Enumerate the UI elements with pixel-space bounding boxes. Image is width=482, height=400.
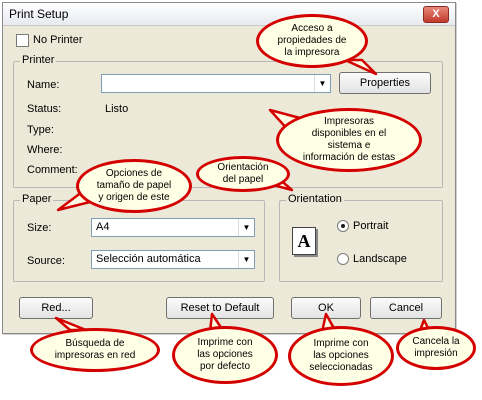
- properties-button[interactable]: Properties: [339, 72, 431, 94]
- window-title: Print Setup: [9, 7, 69, 21]
- annotated-screenshot: Print Setup X No Printer Printer Name: ▼…: [0, 0, 482, 400]
- cancel-button[interactable]: Cancel: [370, 297, 442, 319]
- status-label: Status:: [27, 103, 62, 115]
- callout-orientation: Orientación del papel: [196, 156, 290, 192]
- where-label: Where:: [27, 144, 63, 156]
- network-button[interactable]: Red...: [19, 297, 93, 319]
- size-label: Size:: [27, 222, 52, 234]
- portrait-radio[interactable]: [337, 220, 349, 232]
- chevron-down-icon: ▼: [238, 251, 254, 268]
- callout-paper: Opciones de tamaño de papel y origen de …: [76, 159, 192, 213]
- landscape-radio[interactable]: [337, 253, 349, 265]
- callout-reset: Imprime con las opciones por defecto: [172, 326, 278, 384]
- callout-properties: Acceso a propiedades de la impresora: [256, 14, 368, 68]
- status-value: Listo: [105, 103, 129, 115]
- portrait-label: Portrait: [353, 220, 389, 232]
- close-button[interactable]: X: [423, 6, 449, 23]
- paper-size-select[interactable]: A4 ▼: [91, 218, 255, 237]
- printer-name-select[interactable]: ▼: [101, 74, 331, 93]
- paper-group-title: Paper: [20, 193, 54, 205]
- ok-button[interactable]: OK: [291, 297, 361, 319]
- callout-printers: Impresoras disponibles en el sistema e i…: [276, 108, 422, 172]
- portrait-page-icon: A: [292, 227, 316, 255]
- reset-to-default-button[interactable]: Reset to Default: [166, 297, 274, 319]
- paper-source-value: Selección automática: [96, 253, 201, 265]
- chevron-down-icon: ▼: [314, 75, 330, 92]
- paper-size-value: A4: [96, 221, 110, 233]
- title-bar: Print Setup X: [3, 3, 455, 26]
- callout-cancel: Cancela la impresión: [396, 326, 476, 370]
- chevron-down-icon: ▼: [238, 219, 254, 236]
- comment-label: Comment:: [27, 164, 78, 176]
- paper-source-select[interactable]: Selección automática ▼: [91, 250, 255, 269]
- printer-group-title: Printer: [20, 54, 57, 66]
- type-label: Type:: [27, 124, 54, 136]
- source-label: Source:: [27, 255, 65, 267]
- callout-network: Búsqueda de impresoras en red: [30, 328, 160, 372]
- name-label: Name:: [27, 79, 60, 91]
- no-printer-label: No Printer: [33, 34, 83, 46]
- callout-ok: Imprime con las opciones seleccionadas: [288, 326, 394, 386]
- no-printer-checkbox[interactable]: [16, 34, 29, 47]
- landscape-label: Landscape: [353, 253, 407, 265]
- orientation-group-title: Orientation: [286, 193, 344, 205]
